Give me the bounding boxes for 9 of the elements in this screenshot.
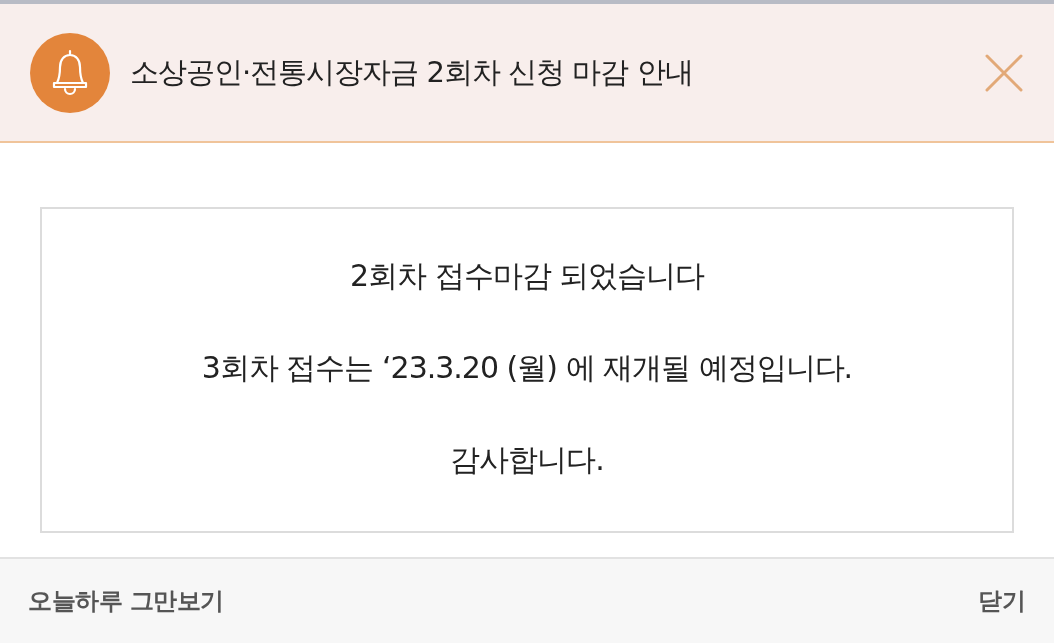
message-line: 2회차 접수마감 되었습니다 xyxy=(349,260,705,292)
notice-title: 소상공인·전통시장자금 2회차 신청 마감 안내 xyxy=(130,53,693,91)
message-line: 3회차 접수는 ‘23.3.20 (월) 에 재개될 예정입니다. xyxy=(201,352,853,384)
close-footer-button[interactable]: 닫기 xyxy=(978,583,1026,619)
bell-icon xyxy=(30,32,110,113)
dismiss-today-button[interactable]: 오늘하루 그만보기 xyxy=(28,583,224,619)
close-button[interactable] xyxy=(984,52,1024,93)
close-icon xyxy=(985,53,1023,92)
message-line: 감사합니다. xyxy=(450,444,604,476)
